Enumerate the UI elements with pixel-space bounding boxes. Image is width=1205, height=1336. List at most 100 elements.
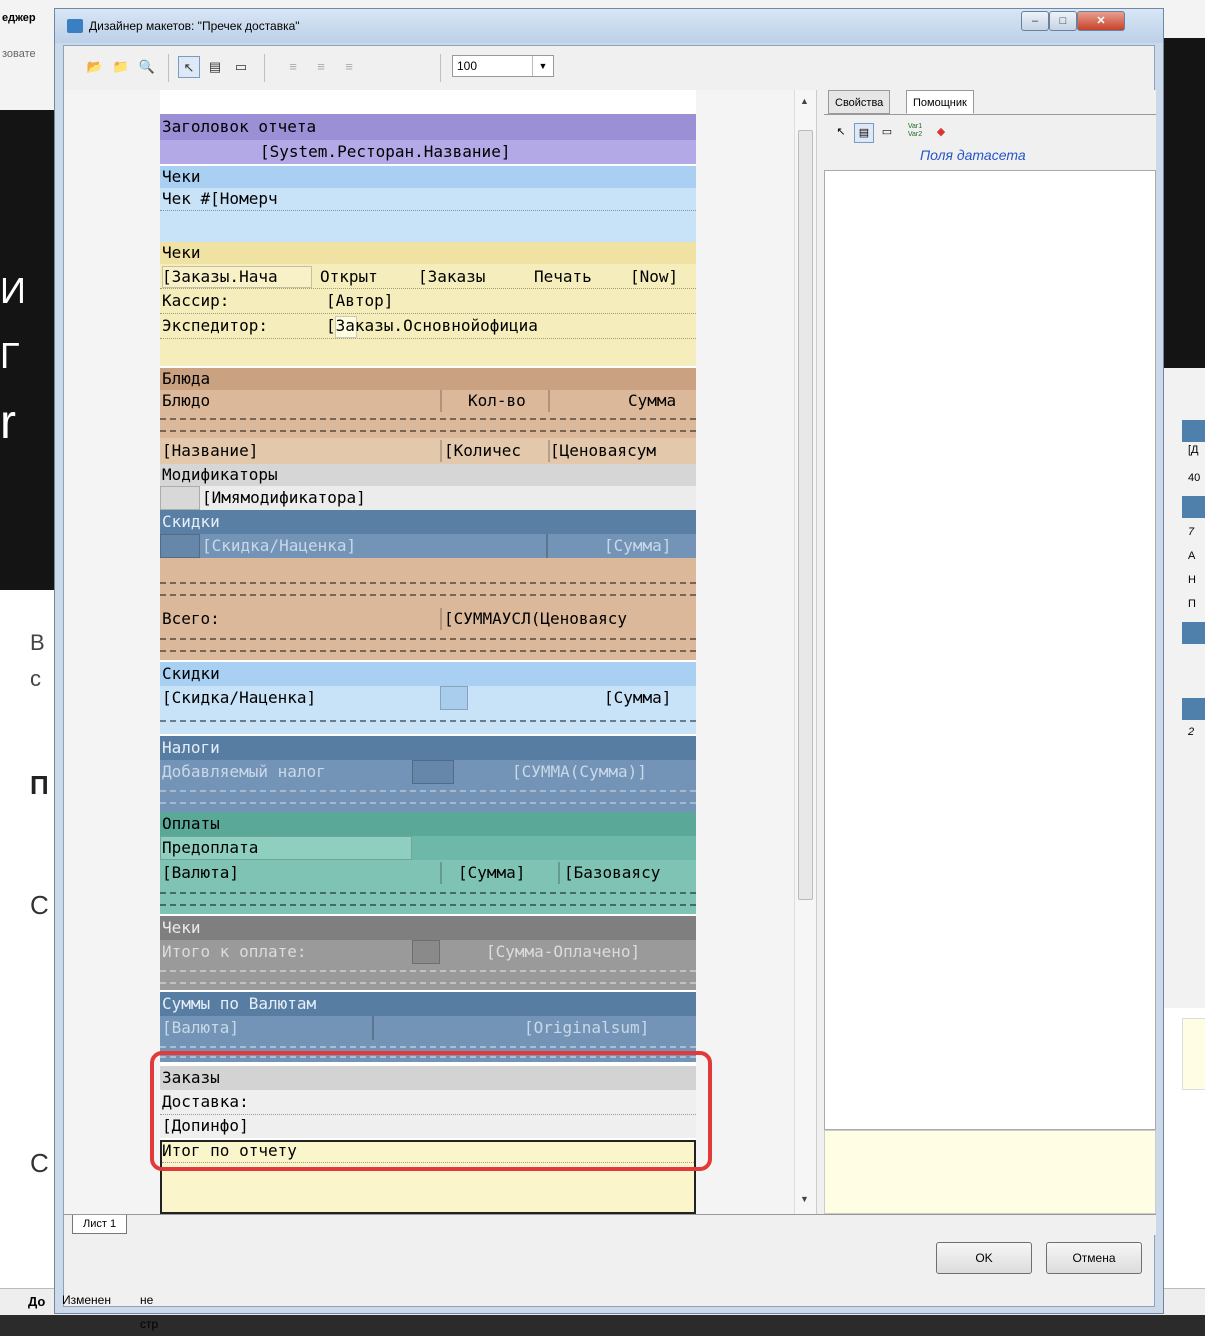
band-payments-data[interactable]: [Валюта] [Сумма] [Базоваясу <box>160 860 696 914</box>
report-field: [Сумма] <box>604 536 672 555</box>
band-discounts-2[interactable]: Скидки <box>160 662 696 686</box>
window-title: Дизайнер макетов: "Пречек доставка" <box>89 19 300 33</box>
select-pointer-icon[interactable]: ↖ <box>178 56 200 78</box>
band-taxes-data[interactable]: Добавляемый налог [СУММА(Сумма)] <box>160 760 696 812</box>
report-field: [Скидка/Наценка] <box>162 688 317 707</box>
toolbar-separator <box>440 54 441 82</box>
toolbar-separator <box>168 54 169 82</box>
chevron-down-icon[interactable]: ▼ <box>532 56 553 76</box>
zoom-select[interactable]: 100 ▼ <box>452 55 554 77</box>
maximize-button[interactable]: □ <box>1049 11 1077 31</box>
report-field: [Сумма] <box>604 688 672 707</box>
help-area <box>824 1130 1156 1214</box>
band-dishes-data[interactable]: [Название] [Количес [Ценоваясум <box>160 438 696 464</box>
band-icon[interactable]: ▤ <box>854 123 874 143</box>
status-changed: Изменен <box>62 1293 111 1307</box>
band-title: Скидки <box>162 664 220 683</box>
minimize-button[interactable]: – <box>1021 11 1049 31</box>
textbox-icon[interactable]: ▭ <box>230 56 252 78</box>
scroll-thumb[interactable] <box>798 130 813 900</box>
cancel-button[interactable]: Отмена <box>1046 1242 1142 1274</box>
band-title: Чеки <box>162 918 201 937</box>
report-page: Заголовок отчета [System.Ресторан.Назван… <box>160 90 696 1214</box>
bg-text: П <box>1188 598 1196 610</box>
report-field: [Имямодификатора] <box>202 488 366 507</box>
report-field: [Сумма-Оплачено] <box>486 942 641 961</box>
band-dishes-header[interactable]: Блюдо Кол-во Сумма <box>160 390 696 438</box>
band-icon[interactable]: ▤ <box>204 56 226 78</box>
pointer-icon[interactable]: ↖ <box>832 123 850 141</box>
dataset-fields-link[interactable]: Поля датасета <box>920 147 1026 163</box>
band-checks-1-body[interactable]: Чек #[Номерч <box>160 188 696 242</box>
report-label: Всего: <box>162 609 220 628</box>
sheet-tab[interactable]: Лист 1 <box>72 1215 128 1234</box>
band-payments[interactable]: Оплаты <box>160 812 696 836</box>
highlight-frame <box>150 1051 712 1171</box>
title-bar[interactable]: Дизайнер макетов: "Пречек доставка" – □ … <box>55 9 1163 43</box>
report-field: [Количес <box>444 441 522 460</box>
band-by-currency[interactable]: Суммы по Валютам <box>160 992 696 1016</box>
scroll-down-icon[interactable]: ▼ <box>800 1194 809 1204</box>
band-discounts-1[interactable]: Скидки <box>160 510 696 534</box>
bg-blue-row <box>1182 622 1205 644</box>
band-report-header-body[interactable]: [System.Ресторан.Название] <box>160 140 696 164</box>
save-folder-icon[interactable]: 📁 <box>110 56 132 78</box>
band-dishes-footer[interactable]: Всего: [СУММАУСЛ(Ценоваясу <box>160 558 696 660</box>
scroll-up-icon[interactable]: ▲ <box>800 96 809 106</box>
background-right-panel: [Д 40 7 А Н П 2 <box>1160 368 1205 1090</box>
zoom-value: 100 <box>457 59 478 73</box>
open-folder-icon[interactable]: 📂 <box>84 56 106 78</box>
dataset-fields-list[interactable] <box>824 170 1156 1130</box>
bg-text: r <box>0 396 16 449</box>
bg-text: Г <box>0 335 20 376</box>
background-left-content: В с П С С <box>0 600 60 1314</box>
report-field: [Заказы <box>418 267 486 286</box>
band-discounts-1-data[interactable]: [Скидка/Наценка] [Сумма] <box>160 534 696 558</box>
report-field: Печать <box>534 267 592 286</box>
status-page: не стр <box>140 1293 159 1331</box>
band-title: Чеки <box>162 167 201 186</box>
band-checks-3-data[interactable]: Итого к оплате: [Сумма-Оплачено] <box>160 940 696 990</box>
print-preview-icon[interactable]: 🔍 <box>136 56 158 78</box>
band-title: Налоги <box>162 738 220 757</box>
canvas-scrollbar[interactable]: ▲ ▼ <box>794 90 817 1214</box>
band-modifiers-data[interactable]: [Имямодификатора] <box>160 486 696 510</box>
band-discounts-2-data[interactable]: [Скидка/Наценка] [Сумма] <box>160 686 696 734</box>
helper-panel: Свойства Помощник ↖ ▤ ▭ Var1 Var2 ◆ Поля … <box>824 90 1156 1214</box>
band-checks-2-body[interactable]: [Заказы.Нача Открыт [Заказы Печать [Now]… <box>160 264 696 366</box>
report-label: Кол-во <box>468 391 526 410</box>
close-button[interactable]: ✕ <box>1077 11 1125 31</box>
align-left-icon[interactable]: ≡ <box>282 56 304 78</box>
tab-properties[interactable]: Свойства <box>828 90 891 114</box>
align-center-icon[interactable]: ≡ <box>310 56 332 78</box>
band-modifiers[interactable]: Модификаторы <box>160 464 696 486</box>
report-label: Предоплата <box>162 838 259 857</box>
report-field: [Валюта] <box>162 1018 240 1037</box>
report-field: [Базоваясу <box>564 863 661 882</box>
background-right-dark <box>1160 38 1205 368</box>
align-right-icon[interactable]: ≡ <box>338 56 360 78</box>
sheet-tabs-bar: Лист 1 <box>64 1214 1156 1235</box>
ok-button[interactable]: OK <box>936 1242 1032 1274</box>
report-field: [Скидка/Наценка] <box>202 536 357 555</box>
report-field: Открыт <box>320 267 378 286</box>
band-checks-3[interactable]: Чеки <box>160 916 696 940</box>
band-title: Скидки <box>162 512 220 531</box>
bg-text: С <box>30 890 49 920</box>
bg-blue-row <box>1182 496 1205 518</box>
bg-text: [Д <box>1188 444 1199 456</box>
band-title: Заголовок отчета <box>162 117 317 136</box>
design-canvas[interactable]: Заголовок отчета [System.Ресторан.Назван… <box>64 90 794 1214</box>
band-checks-2[interactable]: Чеки <box>160 242 696 264</box>
variables-icon[interactable]: Var1 Var2 <box>906 123 924 141</box>
tab-helper[interactable]: Помощник <box>906 90 974 114</box>
report-field: Чек #[Номерч <box>162 189 278 208</box>
band-report-header[interactable]: Заголовок отчета <box>160 114 696 140</box>
band-payments-prepay[interactable]: Предоплата <box>160 836 696 860</box>
bg-text: Н <box>1188 574 1196 586</box>
chart-icon[interactable]: ◆ <box>932 123 950 141</box>
band-taxes[interactable]: Налоги <box>160 736 696 760</box>
textbox-icon[interactable]: ▭ <box>878 123 896 141</box>
band-dishes[interactable]: Блюда <box>160 368 696 390</box>
band-checks-1[interactable]: Чеки <box>160 166 696 188</box>
